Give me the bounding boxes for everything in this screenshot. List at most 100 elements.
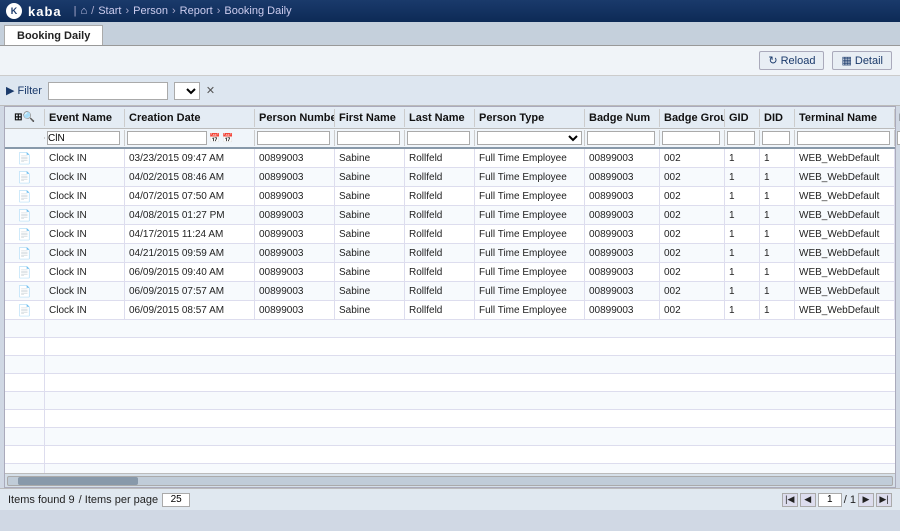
table-row[interactable]: 📄Clock IN04/07/2015 07:50 AM00899003Sabi…: [5, 187, 895, 206]
filter-first-name-cell: [335, 130, 405, 146]
row-cell-person_type: Full Time Employee: [475, 282, 585, 300]
row-cell-gid: 1: [725, 244, 760, 262]
row-icon-cell: 📄: [5, 168, 45, 186]
row-cell-first_name: Sabine: [335, 263, 405, 281]
calendar-start-icon[interactable]: 📅: [209, 133, 220, 144]
detail-button[interactable]: ▦ Detail: [832, 51, 892, 70]
calendar-end-icon[interactable]: 📅: [222, 133, 233, 144]
empty-data-cell: [45, 446, 895, 464]
header-error-code[interactable]: Error Code: [895, 109, 900, 127]
row-cell-did: 1: [760, 206, 795, 224]
table-row-empty: [5, 356, 895, 374]
row-icon-cell: 📄: [5, 149, 45, 167]
table-row[interactable]: 📄Clock IN04/17/2015 11:24 AM00899003Sabi…: [5, 225, 895, 244]
row-cell-person_number: 00899003: [255, 187, 335, 205]
tab-booking-daily[interactable]: Booking Daily: [4, 25, 103, 45]
filter-search-input[interactable]: [48, 82, 168, 100]
row-cell-terminal_name: WEB_WebDefault: [795, 168, 895, 186]
horizontal-scrollbar[interactable]: [7, 476, 893, 486]
row-doc-icon: 📄: [18, 247, 32, 260]
filter-select[interactable]: [174, 82, 200, 100]
row-cell-last_name: Rollfeld: [405, 206, 475, 224]
row-cell-did: 1: [760, 187, 795, 205]
filter-person-type-select[interactable]: [477, 131, 582, 145]
row-cell-did: 1: [760, 149, 795, 167]
table-row-empty: [5, 320, 895, 338]
table-row[interactable]: 📄Clock IN06/09/2015 09:40 AM00899003Sabi…: [5, 263, 895, 282]
row-cell-event_name: Clock IN: [45, 301, 125, 319]
header-person-type[interactable]: Person Type: [475, 109, 585, 127]
header-badge-num[interactable]: Badge Num: [585, 109, 660, 127]
row-cell-badge_num: 00899003: [585, 225, 660, 243]
filter-gid-input[interactable]: [727, 131, 755, 145]
current-page-input[interactable]: [818, 493, 842, 507]
table-row[interactable]: 📄Clock IN06/09/2015 07:57 AM00899003Sabi…: [5, 282, 895, 301]
row-cell-did: 1: [760, 301, 795, 319]
row-cell-badge_group: 002: [660, 263, 725, 281]
table-row[interactable]: 📄Clock IN04/08/2015 01:27 PM00899003Sabi…: [5, 206, 895, 225]
row-doc-icon: 📄: [18, 304, 32, 317]
header-first-name[interactable]: First Name: [335, 109, 405, 127]
table-row[interactable]: 📄Clock IN06/09/2015 08:57 AM00899003Sabi…: [5, 301, 895, 320]
next-page-button[interactable]: ▶: [858, 493, 874, 507]
filter-event-name-input[interactable]: [47, 131, 120, 145]
header-gid[interactable]: GID: [725, 109, 760, 127]
empty-icon-cell: [5, 392, 45, 410]
filter-error-code-cell: [895, 130, 900, 146]
filter-event-name-cell: [45, 130, 125, 146]
filter-bar: ▶ Filter ✕: [0, 76, 900, 106]
row-cell-person_type: Full Time Employee: [475, 168, 585, 186]
table-row[interactable]: 📄Clock IN03/23/2015 09:47 AM00899003Sabi…: [5, 149, 895, 168]
filter-person-number-input[interactable]: [257, 131, 330, 145]
row-cell-event_name: Clock IN: [45, 187, 125, 205]
filter-last-name-input[interactable]: [407, 131, 470, 145]
header-badge-group[interactable]: Badge Group: [660, 109, 725, 127]
row-cell-event_name: Clock IN: [45, 149, 125, 167]
nav-report[interactable]: Report: [180, 5, 213, 17]
prev-page-button[interactable]: ◀: [800, 493, 816, 507]
table-row[interactable]: 📄Clock IN04/02/2015 08:46 AM00899003Sabi…: [5, 168, 895, 187]
items-per-page-input[interactable]: [162, 493, 190, 507]
filter-badge-num-input[interactable]: [587, 131, 655, 145]
detail-label: Detail: [855, 55, 883, 67]
reload-button[interactable]: ↻ Reload: [759, 51, 824, 70]
nav-start[interactable]: Start: [98, 5, 121, 17]
table-row-empty: [5, 338, 895, 356]
empty-data-cell: [45, 392, 895, 410]
filter-first-name-input[interactable]: [337, 131, 400, 145]
header-person-number[interactable]: Person Number: [255, 109, 335, 127]
filter-did-input[interactable]: [762, 131, 790, 145]
nav-home-icon: ⌂: [81, 5, 88, 17]
scrollbar-thumb: [18, 477, 138, 485]
row-cell-person_number: 00899003: [255, 225, 335, 243]
row-cell-did: 1: [760, 244, 795, 262]
row-cell-badge_num: 00899003: [585, 244, 660, 262]
header-did[interactable]: DID: [760, 109, 795, 127]
first-page-button[interactable]: |◀: [782, 493, 798, 507]
filter-creation-date-input[interactable]: [127, 131, 207, 145]
last-page-button[interactable]: ▶|: [876, 493, 892, 507]
empty-data-cell: [45, 320, 895, 338]
horizontal-scrollbar-area: [5, 473, 895, 487]
row-cell-terminal_name: WEB_WebDefault: [795, 301, 895, 319]
row-cell-person_number: 00899003: [255, 282, 335, 300]
filter-icons-cell: [5, 137, 45, 139]
nav-person[interactable]: Person: [133, 5, 168, 17]
filter-toggle[interactable]: ▶ Filter: [6, 84, 42, 97]
header-creation-date[interactable]: Creation Date: [125, 109, 255, 127]
header-last-name[interactable]: Last Name: [405, 109, 475, 127]
row-cell-last_name: Rollfeld: [405, 168, 475, 186]
row-cell-badge_group: 002: [660, 301, 725, 319]
nav-booking-daily: Booking Daily: [224, 5, 291, 17]
header-event-name[interactable]: Event Name: [45, 109, 125, 127]
filter-clear-icon[interactable]: ✕: [206, 84, 215, 97]
header-icons-area: ⊞ 🔍: [5, 109, 45, 126]
table-row[interactable]: 📄Clock IN04/21/2015 09:59 AM00899003Sabi…: [5, 244, 895, 263]
filter-terminal-input[interactable]: [797, 131, 890, 145]
row-cell-event_name: Clock IN: [45, 206, 125, 224]
filter-badge-group-input[interactable]: [662, 131, 720, 145]
header-terminal-name[interactable]: Terminal Name: [795, 109, 895, 127]
row-cell-terminal_name: WEB_WebDefault: [795, 263, 895, 281]
kaba-logo-icon: K: [6, 3, 22, 19]
empty-data-cell: [45, 428, 895, 446]
